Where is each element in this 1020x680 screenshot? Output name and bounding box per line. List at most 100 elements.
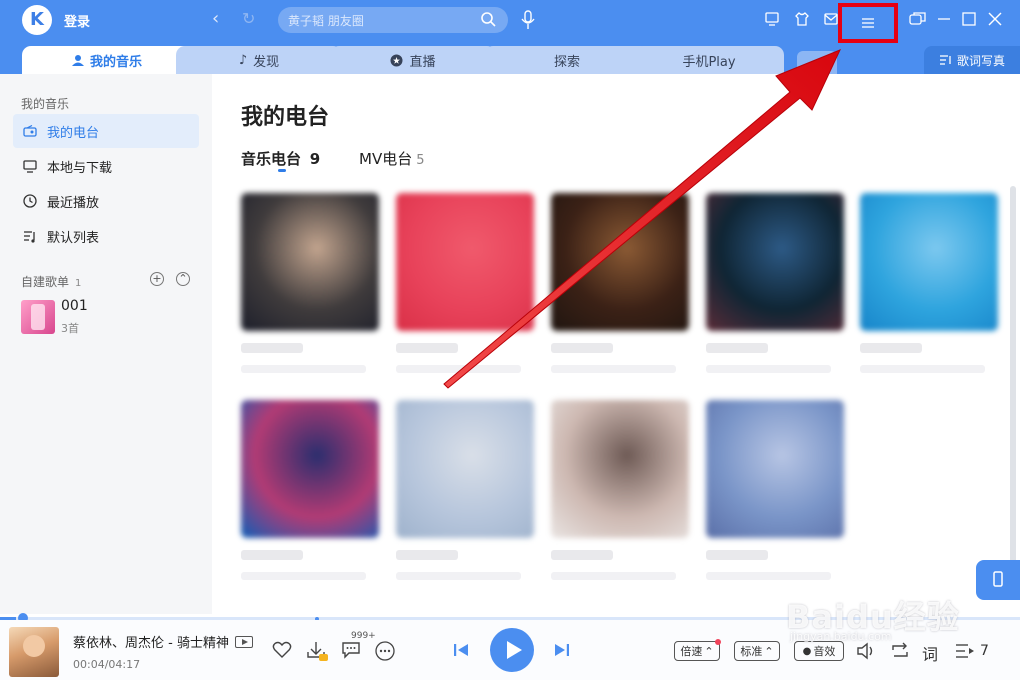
radio-card[interactable] — [241, 400, 379, 538]
next-icon[interactable] — [554, 642, 570, 658]
app-logo: K — [22, 5, 52, 35]
user-icon — [71, 55, 84, 66]
radio-card-subtitle — [551, 365, 676, 373]
effect-button[interactable]: ● 音效 — [794, 641, 844, 661]
previous-icon[interactable] — [453, 642, 469, 658]
download-icon[interactable] — [306, 640, 328, 662]
sidebar-section-title: 我的音乐 — [21, 97, 70, 111]
tab-label: 发现 — [253, 54, 280, 70]
tab-explore[interactable]: 探索 — [484, 46, 650, 74]
speed-button[interactable]: 倍速 ⌃ — [674, 641, 720, 661]
radio-card[interactable] — [706, 193, 844, 331]
radio-card-subtitle — [706, 572, 831, 580]
loop-icon[interactable] — [890, 642, 910, 660]
speed-label: 倍速 — [680, 645, 703, 658]
sidebar-item-my-radio[interactable]: 我的电台 — [13, 114, 199, 148]
radio-card[interactable] — [396, 193, 534, 331]
subtab-mv-radio[interactable]: MV电台 5 — [359, 148, 425, 169]
radio-card[interactable] — [551, 400, 689, 538]
radio-card[interactable] — [396, 400, 534, 538]
chevron-up-icon: ⌃ — [704, 644, 714, 658]
search-icon[interactable] — [480, 11, 496, 27]
sidebar-item-local-download[interactable]: 本地与下载 — [13, 149, 199, 183]
collapse-playlists-button[interactable]: ⌃ — [176, 272, 190, 286]
play-button[interactable] — [490, 628, 534, 672]
star-circle-icon — [390, 54, 403, 66]
radio-card-subtitle — [241, 572, 366, 580]
radio-card[interactable] — [860, 193, 998, 331]
radio-icon — [23, 125, 37, 137]
main-menu-button[interactable] — [838, 3, 898, 43]
album-cover[interactable] — [9, 627, 59, 677]
tab-phone-play[interactable]: 手机Play — [634, 46, 784, 74]
sidebar: 我的音乐 我的电台 本地与下载 最近播放 默认列表 自建歌单 1 + ⌃ 001 … — [0, 74, 212, 614]
close-icon[interactable] — [988, 11, 1002, 27]
subtab-music-radio[interactable]: 音乐电台 9 — [241, 148, 320, 169]
phone-icon — [993, 571, 1003, 587]
radio-card-title — [551, 343, 613, 353]
lyric-writing-label: 歌词写真 — [956, 53, 1005, 68]
radio-card-subtitle — [396, 572, 521, 580]
playlist-name[interactable]: 001 — [61, 298, 88, 314]
sidebar-item-label: 我的电台 — [47, 125, 100, 141]
login-link[interactable]: 登录 — [64, 11, 90, 30]
more-icon[interactable] — [375, 641, 395, 661]
heart-icon[interactable] — [272, 641, 292, 659]
radio-card-subtitle — [706, 365, 831, 373]
radio-card[interactable] — [706, 400, 844, 538]
play-icon — [507, 641, 522, 659]
radio-card[interactable] — [241, 193, 379, 331]
comment-icon[interactable] — [341, 641, 361, 659]
radio-card-title — [241, 343, 303, 353]
radio-card-subtitle — [551, 572, 676, 580]
scrollbar[interactable] — [1010, 186, 1016, 566]
maximize-icon[interactable] — [962, 11, 976, 27]
tab-label: 手机Play — [682, 54, 736, 70]
quality-label: 标准 — [740, 645, 763, 658]
mv-icon[interactable] — [234, 635, 253, 648]
playlist-song-count: 3首 — [61, 322, 79, 335]
playlist-cover[interactable] — [21, 300, 55, 334]
music-note-icon: ♪ — [238, 52, 248, 68]
subtab-indicator — [278, 169, 286, 172]
tab-more[interactable] — [797, 51, 837, 74]
back-icon[interactable]: ‹ — [212, 8, 219, 29]
minimize-icon[interactable] — [937, 11, 951, 27]
subtab-label: MV电台 — [359, 150, 413, 168]
tab-live[interactable]: 直播 — [330, 46, 496, 74]
mini-mode-icon[interactable] — [764, 11, 780, 27]
sidebar-item-recent[interactable]: 最近播放 — [13, 184, 199, 218]
tab-discover[interactable]: ♪ 发现 — [176, 46, 342, 74]
created-playlists-count: 1 — [75, 278, 82, 289]
message-icon[interactable] — [823, 11, 839, 27]
tab-my-music[interactable]: 我的音乐 — [22, 46, 192, 74]
refresh-icon[interactable]: ↻ — [242, 9, 255, 28]
lyric-icon — [939, 55, 951, 65]
search-input[interactable]: 黄子韬 朋友圈 — [278, 7, 508, 33]
sidebar-item-label: 本地与下载 — [47, 160, 113, 176]
window-switch-icon[interactable] — [909, 11, 927, 27]
lyric-writing-button[interactable]: 歌词写真 — [924, 46, 1020, 74]
tab-label: 直播 — [409, 54, 436, 70]
radio-card-subtitle — [241, 365, 366, 373]
menu-icon — [862, 18, 874, 28]
now-playing[interactable]: 蔡依林、周杰伦 - 骑士精神 — [73, 632, 253, 651]
radio-card-title — [860, 343, 922, 353]
floating-phone-button[interactable] — [976, 560, 1020, 600]
radio-card-title — [241, 550, 303, 560]
sidebar-item-label: 默认列表 — [47, 230, 100, 246]
volume-icon[interactable] — [856, 642, 876, 660]
radio-card-subtitle — [396, 365, 521, 373]
add-playlist-button[interactable]: + — [150, 272, 164, 286]
voice-search-icon[interactable] — [520, 9, 536, 31]
effect-icon: ● — [802, 645, 812, 657]
radio-card-title — [396, 343, 458, 353]
queue-count: 7 — [980, 643, 989, 659]
quality-button[interactable]: 标准 ⌃ — [734, 641, 780, 661]
radio-card-title — [706, 550, 768, 560]
skin-icon[interactable] — [794, 11, 810, 27]
lyric-button[interactable]: 词 — [922, 641, 938, 665]
sidebar-item-default-list[interactable]: 默认列表 — [13, 219, 199, 253]
queue-icon[interactable] — [955, 642, 975, 660]
radio-card[interactable] — [551, 193, 689, 331]
